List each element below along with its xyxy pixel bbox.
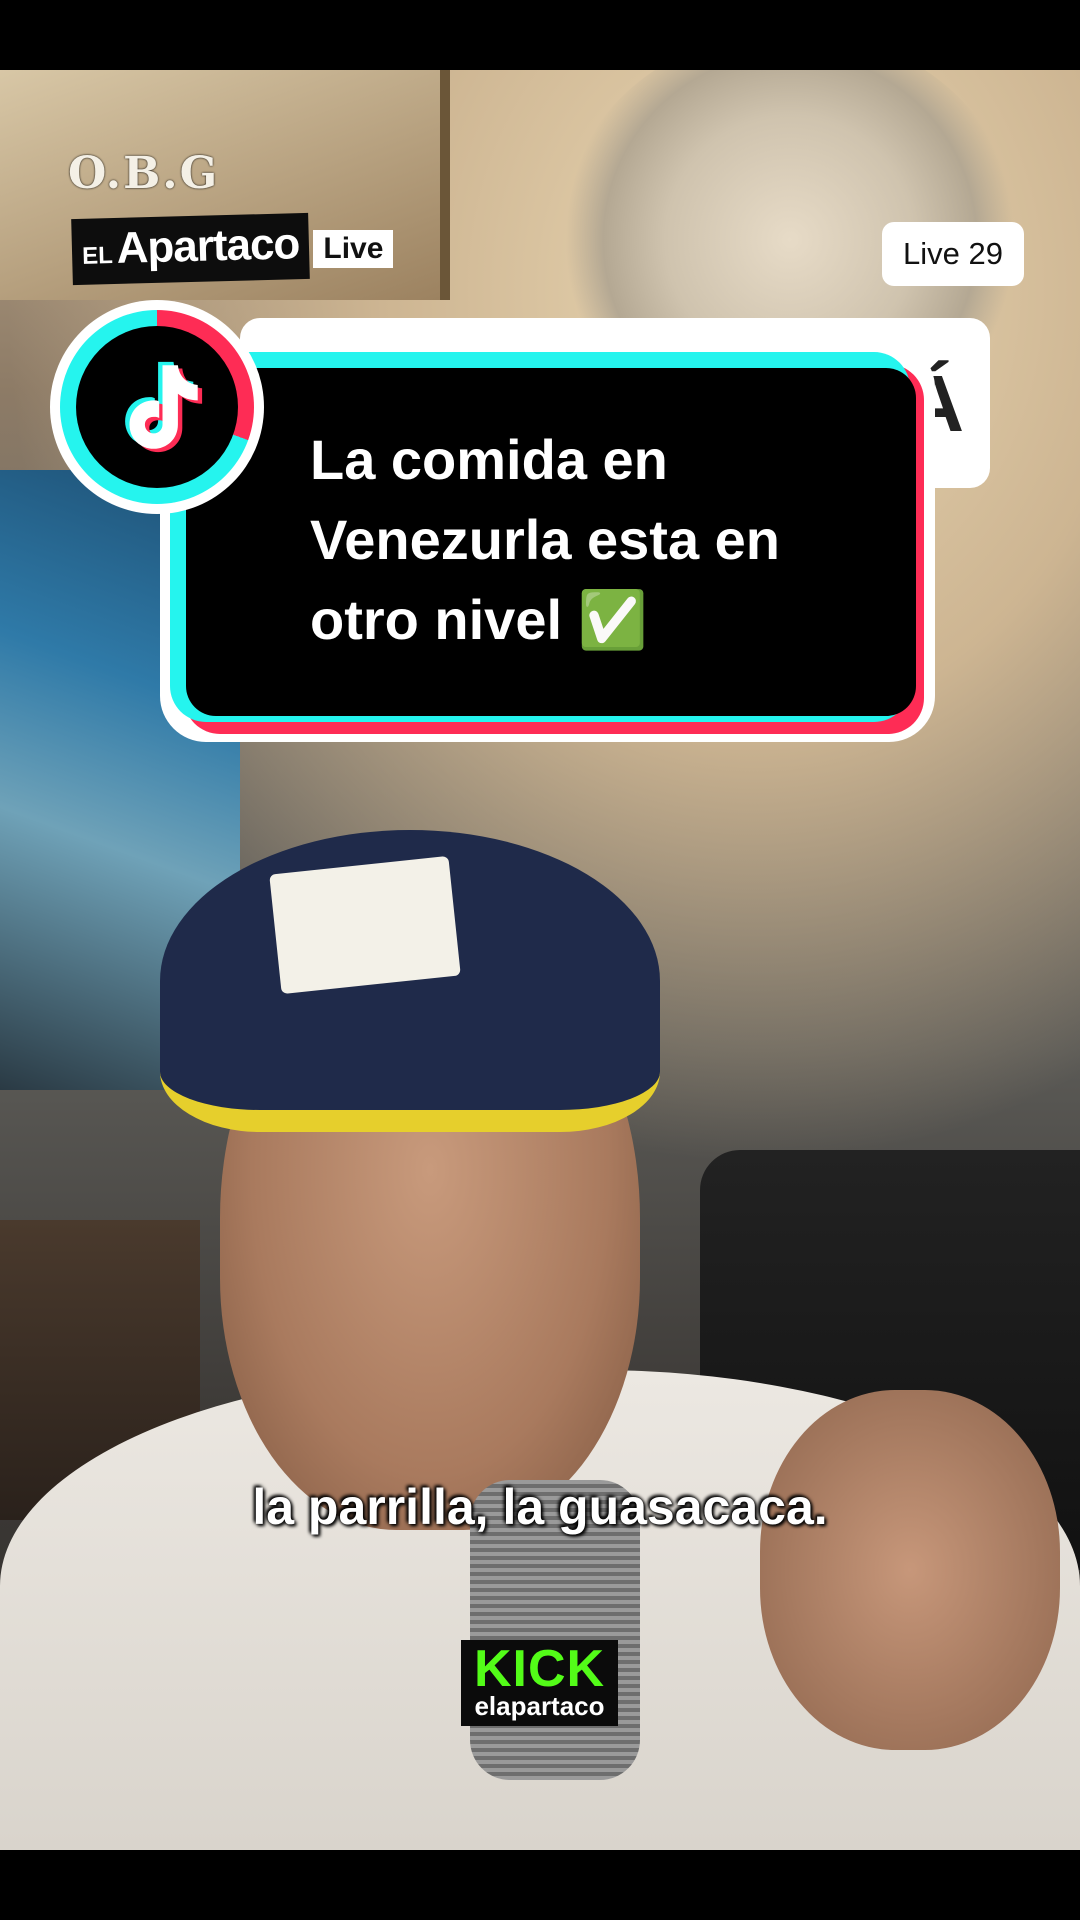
brand-name: Apartaco	[115, 219, 300, 273]
brand-live-label: Live	[313, 230, 394, 268]
tiktok-logo-icon	[76, 326, 238, 488]
kick-username: elapartaco	[474, 1691, 605, 1721]
callout-line-3: otro nivel ✅	[310, 588, 648, 651]
callout-line-1: La comida en	[310, 428, 668, 491]
tiktok-note-icon	[125, 361, 203, 453]
obg-watermark: O.B.G	[68, 148, 220, 199]
brand-logo-black: EL Apartaco	[71, 212, 311, 286]
person-hand	[760, 1390, 1060, 1750]
kick-watermark: KICK elapartaco	[461, 1640, 618, 1726]
callout-text: La comida en Venezurla esta en otro nive…	[310, 420, 890, 660]
brand-logo: EL Apartaco Live	[71, 212, 394, 286]
live-number-badge: Live 29	[882, 222, 1024, 286]
callout-line-2: Venezurla esta en	[310, 508, 781, 571]
caption-subtitle: la parrilla, la guasacaca.	[252, 1479, 828, 1535]
cap-patch	[269, 855, 461, 995]
brand-prefix: EL	[81, 242, 114, 270]
kick-logo: KICK	[473, 1640, 606, 1698]
